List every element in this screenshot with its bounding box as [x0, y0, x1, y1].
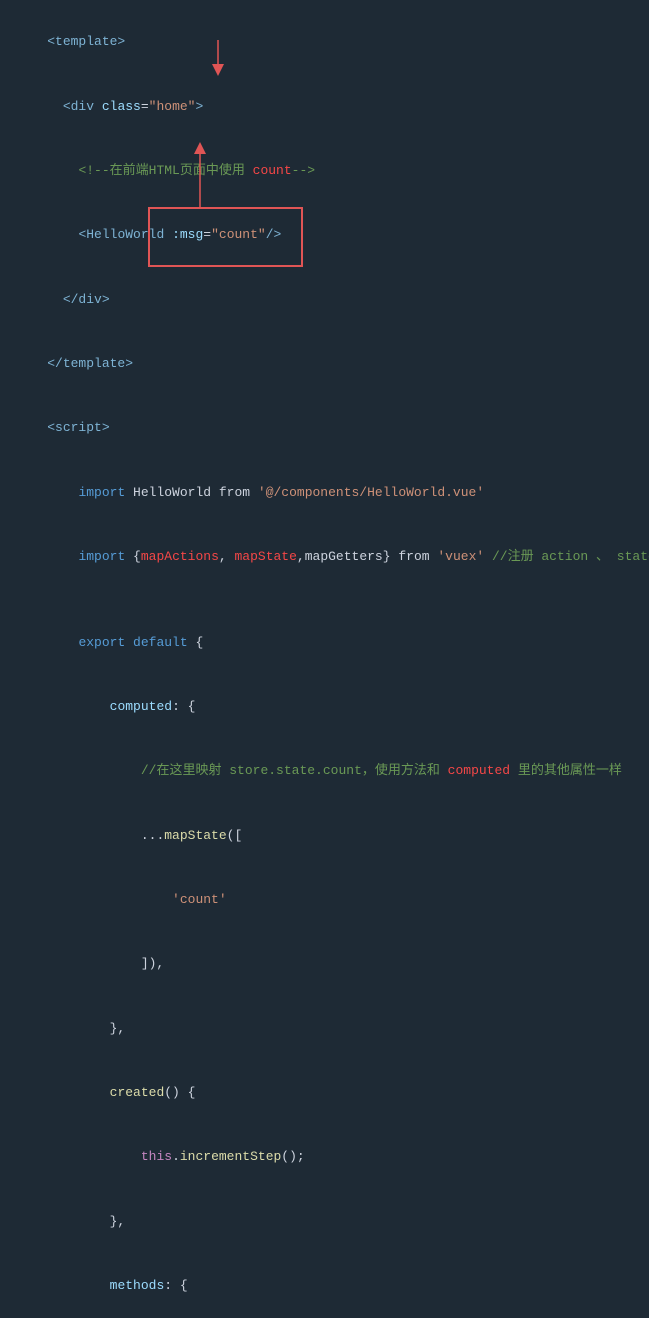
line-15: 'count': [16, 868, 633, 932]
line-3: <!--在前端HTML页面中使用 count-->: [16, 139, 633, 203]
line-6: </template>: [16, 332, 633, 396]
line-14: ...mapState([: [16, 803, 633, 867]
line-9: import {mapActions, mapState,mapGetters}…: [16, 525, 633, 589]
line-2: <div class="home">: [16, 74, 633, 138]
line-10: [16, 589, 633, 610]
line-1: <template>: [16, 10, 633, 74]
line-5: </div>: [16, 267, 633, 331]
line-19: this.incrementStep();: [16, 1125, 633, 1189]
line-11: export default {: [16, 610, 633, 674]
line-18: created() {: [16, 1060, 633, 1124]
line-21: methods: {: [16, 1253, 633, 1317]
line-17: },: [16, 996, 633, 1060]
line-12: computed: {: [16, 675, 633, 739]
line-13: //在这里映射 store.state.count，使用方法和 computed…: [16, 739, 633, 803]
code-editor: <template> <div class="home"> <!--在前端HTM…: [0, 0, 649, 1318]
tag-template-open: <template>: [47, 34, 125, 49]
line-8: import HelloWorld from '@/components/Hel…: [16, 460, 633, 524]
line-16: ]),: [16, 932, 633, 996]
line-4: <HelloWorld :msg="count"/>: [16, 203, 633, 267]
line-7: <script>: [16, 396, 633, 460]
line-20: },: [16, 1189, 633, 1253]
